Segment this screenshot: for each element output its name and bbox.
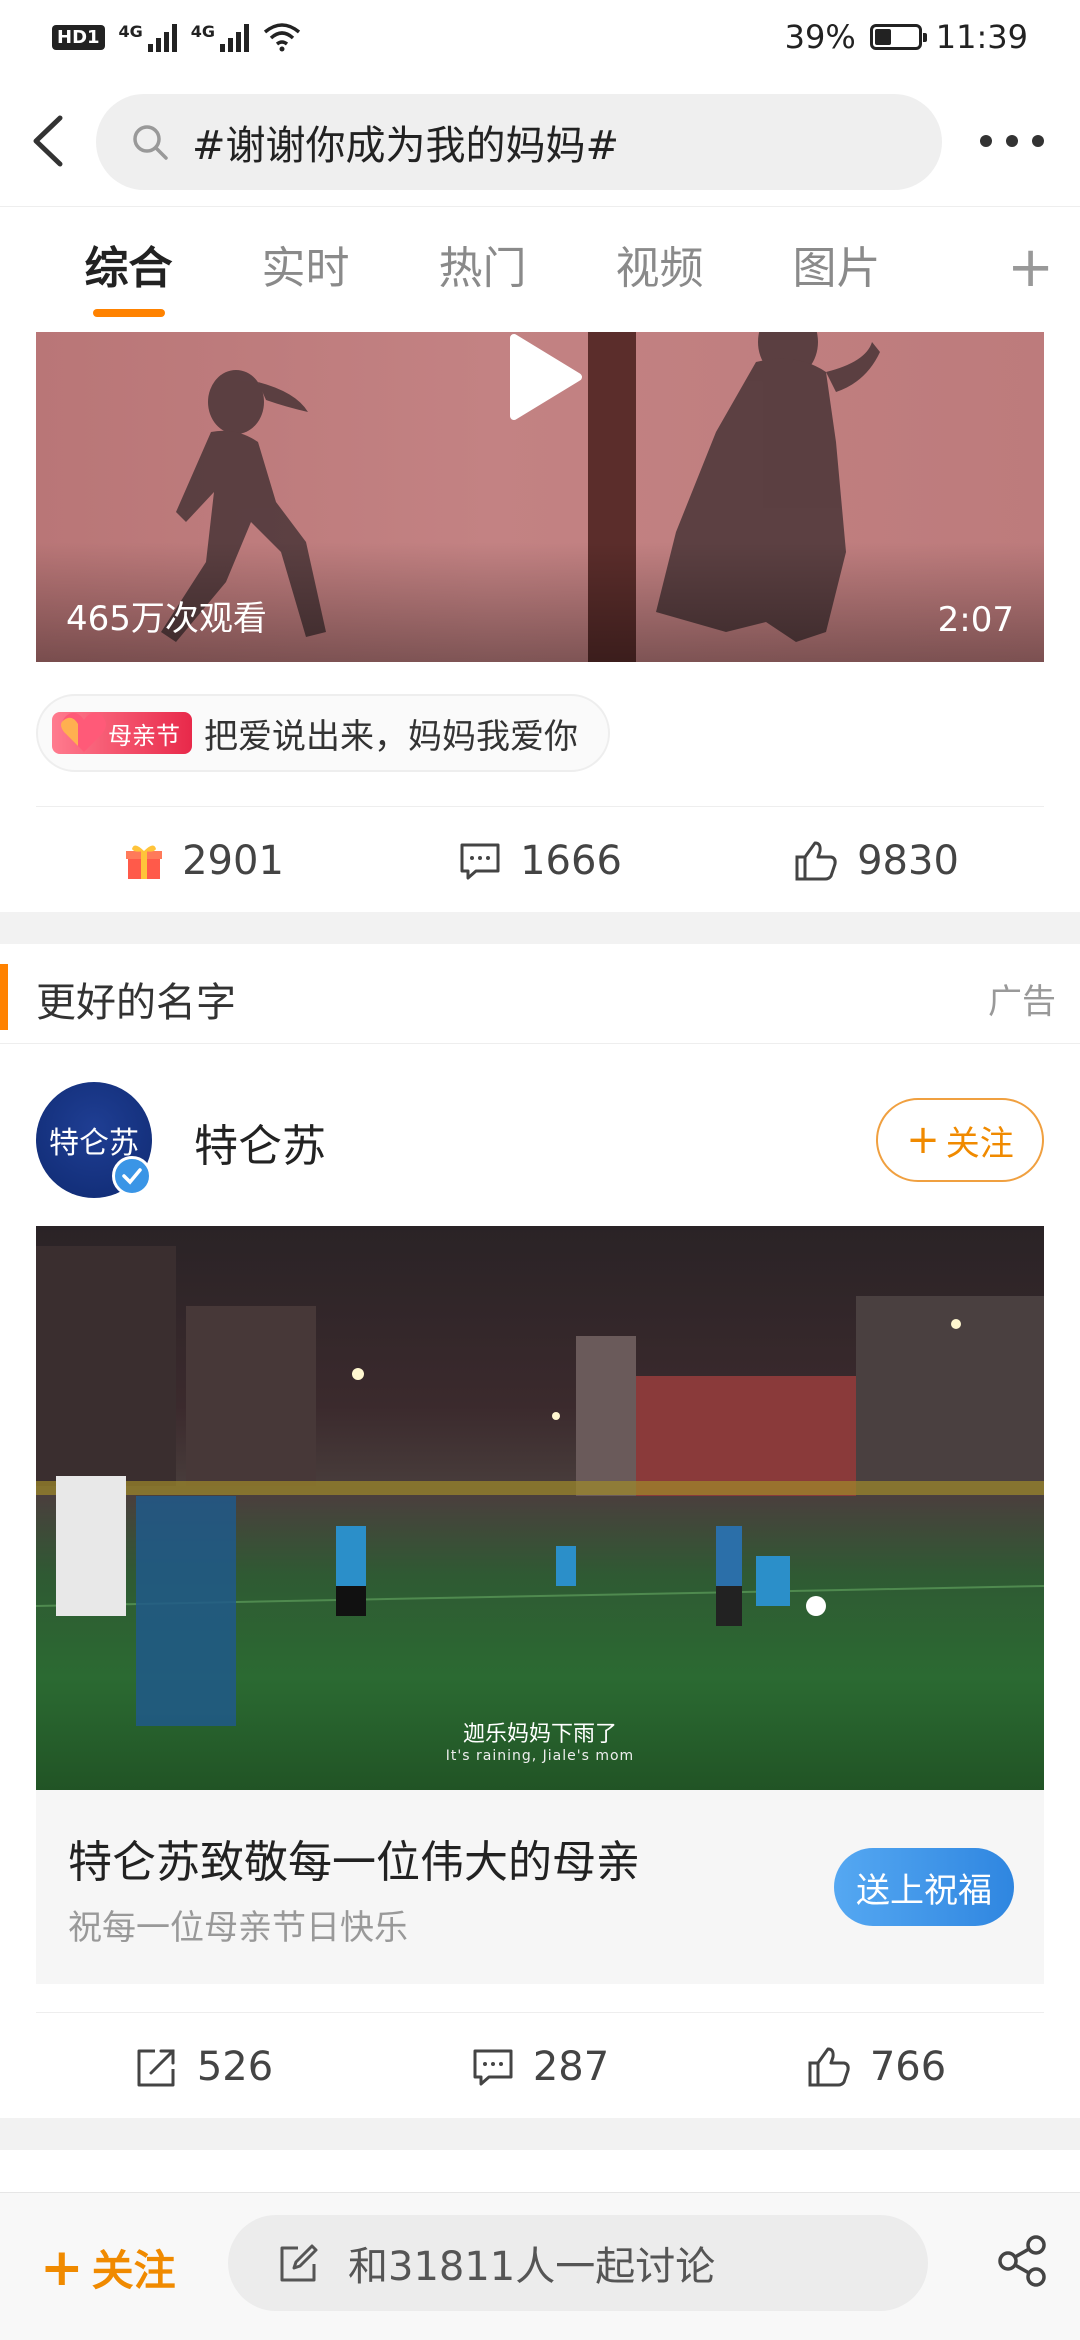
battery-icon [869, 24, 927, 50]
author-name[interactable]: 特仑苏 [194, 1110, 326, 1174]
thumbs-up-icon [808, 2047, 850, 2086]
video-player[interactable]: 465万次观看 2:07 [36, 332, 1044, 662]
plus-icon: + [906, 1117, 940, 1163]
tab-images[interactable]: 图片 [748, 207, 925, 331]
tab-realtime[interactable]: 实时 [217, 207, 394, 331]
thumbs-up-icon [795, 841, 837, 880]
edit-icon [280, 2244, 318, 2282]
discussion-text: 和31811人一起讨论 [348, 2244, 716, 2290]
search-header: #谢谢你成为我的妈妈# [0, 88, 1080, 196]
divider [0, 912, 1080, 944]
bottom-follow-button[interactable]: + 关注 [40, 2237, 176, 2298]
discussion-input[interactable]: 和31811人一起讨论 [228, 2215, 928, 2311]
verified-badge-icon [112, 1156, 152, 1196]
topic-text: 把爱说出来，妈妈我爱你 [204, 716, 578, 757]
share-icon[interactable] [996, 2235, 1048, 2287]
divider [0, 2118, 1080, 2150]
badge-label: 母亲节 [108, 721, 180, 750]
clock: 11:39 [935, 18, 1028, 56]
gift-icon [126, 844, 163, 879]
follow-button[interactable]: + 关注 [876, 1098, 1044, 1182]
signal-icon-2: 4G [190, 22, 250, 52]
more-menu-icon[interactable] [980, 126, 1044, 156]
repost-button[interactable]: 526 [36, 2044, 372, 2090]
video-duration: 2:07 [937, 600, 1014, 640]
back-arrow-icon [33, 115, 63, 167]
repost-icon [137, 2049, 175, 2086]
mothers-day-badge: 母亲节 [52, 712, 192, 754]
heart-icon [61, 712, 106, 752]
search-icon [133, 125, 168, 160]
status-left: HD1 4G 4G [52, 22, 301, 52]
network-type: 4G [118, 22, 143, 41]
promo-title: 特仑苏致敬每一位伟大的母亲 [68, 1837, 640, 1888]
tab-hot[interactable]: 热门 [394, 207, 571, 331]
ad-promo-card[interactable]: 特仑苏致敬每一位伟大的母亲 祝每一位母亲节日快乐 送上祝福 [36, 1790, 1044, 1984]
back-button[interactable] [22, 106, 82, 176]
plus-icon: + [40, 2237, 84, 2298]
add-tab-icon[interactable]: + [1007, 240, 1054, 296]
section-title: 更好的名字 [36, 980, 236, 1026]
section-header: 更好的名字 广告 [0, 944, 1080, 1044]
like-count: 9830 [857, 837, 959, 884]
gift-count: 2901 [182, 837, 284, 884]
wifi-icon [263, 23, 301, 52]
tab-bar: 综合 实时 热门 视频 图片 + [0, 206, 1080, 330]
like-button[interactable]: 9830 [708, 838, 1044, 884]
comment-count: 287 [532, 2043, 610, 2090]
ad-video-player[interactable]: 迦乐妈妈下雨了 It's raining, Jiale's mom [36, 1226, 1044, 1790]
subtitle-english: It's raining, Jiale's mom [445, 1748, 635, 1764]
ad-label[interactable]: 广告 [988, 974, 1056, 1023]
tab-video[interactable]: 视频 [571, 207, 748, 331]
status-bar: HD1 4G 4G 39% 11:39 [0, 0, 1080, 74]
comment-button[interactable]: 1666 [372, 838, 708, 884]
signal-icon: 4G [119, 22, 177, 52]
section-accent [0, 964, 8, 1030]
status-right: 39% 11:39 [785, 18, 1028, 56]
network-type-2: 4G [190, 22, 216, 41]
comment-button[interactable]: 287 [372, 2044, 708, 2090]
promo-subtitle: 祝每一位母亲节日快乐 [68, 1908, 408, 1948]
comment-count: 1666 [520, 837, 622, 884]
post2-action-bar: 526 287 766 [36, 2012, 1044, 2120]
gift-button[interactable]: 2901 [36, 838, 372, 884]
comment-icon [473, 2049, 513, 2085]
hd-badge: HD1 [52, 24, 105, 50]
bottom-bar: + 关注 和31811人一起讨论 [0, 2192, 1080, 2340]
comment-icon [460, 843, 500, 879]
post1-action-bar: 2901 1666 9830 [36, 806, 1044, 914]
subtitle-chinese: 迦乐妈妈下雨了 [462, 1722, 617, 1747]
search-query: #谢谢你成为我的妈妈# [192, 123, 620, 169]
repost-count: 526 [196, 2043, 274, 2090]
follow-label: 关注 [945, 1123, 1014, 1164]
like-button[interactable]: 766 [708, 2044, 1044, 2090]
search-input[interactable]: #谢谢你成为我的妈妈# [96, 94, 942, 190]
bottom-follow-label: 关注 [91, 2246, 176, 2295]
battery-percent: 39% [784, 18, 856, 56]
send-blessing-button[interactable]: 送上祝福 [834, 1848, 1014, 1926]
video-thumbnail [36, 1246, 1044, 1726]
tab-comprehensive[interactable]: 综合 [40, 207, 217, 331]
view-count: 465万次观看 [66, 599, 267, 639]
like-count: 766 [869, 2043, 947, 2090]
topic-chip[interactable]: 母亲节 把爱说出来，妈妈我爱你 [36, 694, 610, 772]
play-icon[interactable] [506, 332, 586, 422]
avatar-text: 特仑苏 [49, 1126, 139, 1161]
